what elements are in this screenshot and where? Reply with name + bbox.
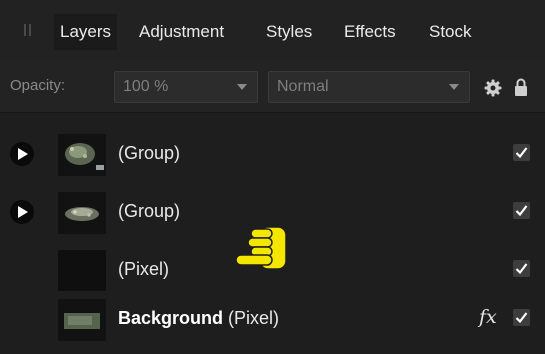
layer-type: (Pixel)	[223, 308, 280, 328]
expand-arrow-icon[interactable]	[10, 142, 34, 166]
gear-icon[interactable]	[484, 79, 502, 97]
layer-row[interactable]: Background (Pixel) fx	[0, 291, 545, 349]
blend-mode-dropdown[interactable]: Normal	[268, 71, 470, 103]
tab-adjustment[interactable]: Adjustment	[139, 14, 224, 50]
layer-name: (Pixel)	[118, 259, 170, 279]
visibility-checkbox[interactable]	[513, 260, 530, 277]
layer-thumbnail	[58, 192, 106, 234]
tab-layers[interactable]: Layers	[54, 14, 118, 50]
opacity-value: 100 %	[123, 78, 169, 95]
blend-mode-value: Normal	[277, 78, 329, 95]
fx-icon[interactable]: fx	[479, 306, 497, 328]
chevron-down-icon	[449, 84, 459, 90]
lock-icon[interactable]	[514, 78, 528, 97]
panel-grip-handle[interactable]	[24, 24, 32, 36]
opacity-dropdown[interactable]: 100 %	[114, 71, 258, 103]
layer-name: (Group)	[118, 201, 181, 221]
tab-stock[interactable]: Stock	[429, 14, 472, 50]
visibility-checkbox[interactable]	[513, 144, 530, 161]
tab-effects[interactable]: Effects	[344, 14, 396, 50]
pointing-hand-cursor-icon	[235, 226, 287, 270]
layer-thumbnail	[58, 134, 106, 176]
expand-arrow-icon[interactable]	[10, 200, 34, 224]
tab-styles[interactable]: Styles	[266, 14, 312, 50]
layer-options-bar: Opacity: 100 % Normal	[0, 62, 545, 113]
chevron-down-icon	[237, 84, 247, 90]
layer-thumbnail	[58, 250, 106, 292]
opacity-label: Opacity:	[10, 77, 66, 94]
layer-name-bold: Background	[118, 308, 224, 328]
layer-name: Background (Pixel)	[118, 308, 279, 329]
visibility-checkbox[interactable]	[513, 202, 530, 219]
panel-tab-bar: Layers Adjustment Styles Effects Stock	[0, 0, 545, 62]
layer-name: (Group)	[118, 143, 181, 163]
visibility-checkbox[interactable]	[513, 309, 530, 326]
layer-row[interactable]: (Group)	[0, 126, 545, 184]
layer-thumbnail	[58, 299, 106, 341]
